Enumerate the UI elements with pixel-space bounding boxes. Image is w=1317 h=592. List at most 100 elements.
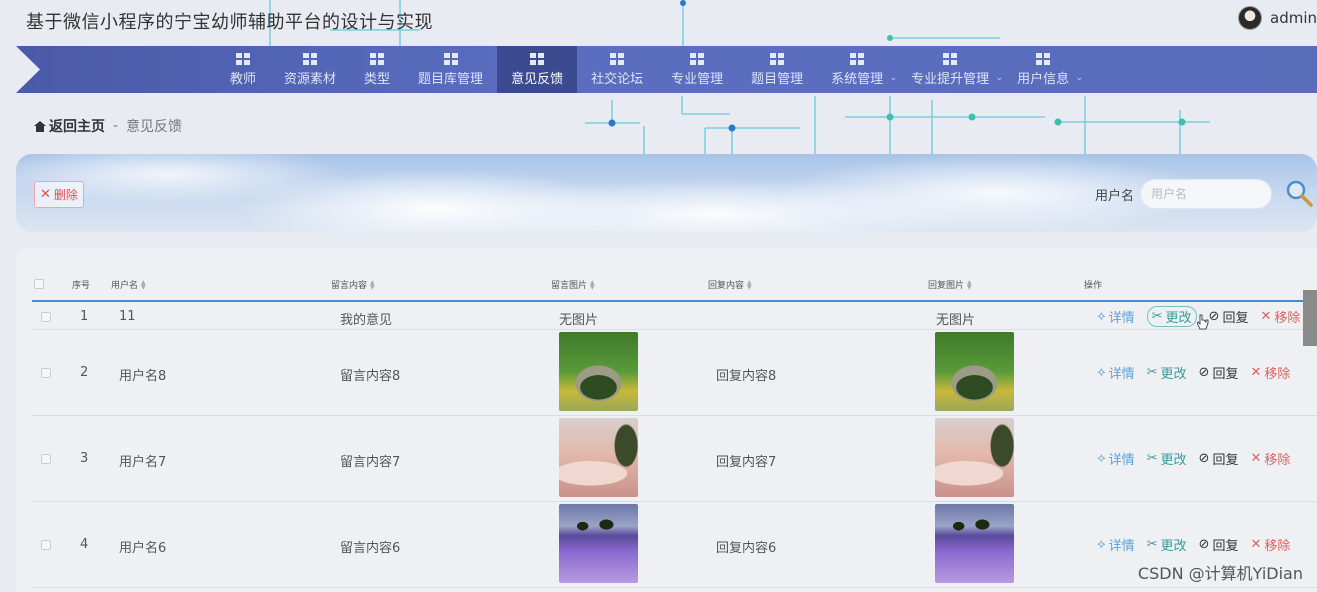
close-icon: ✕ [1250, 451, 1262, 466]
nav-item-feedback[interactable]: 意见反馈 [497, 46, 578, 93]
edit-icon: ✂ [1151, 309, 1163, 324]
nav-item-questions[interactable]: 题目管理 [737, 46, 817, 93]
sort-icon[interactable]: ▲ ▼ [141, 279, 146, 290]
avatar[interactable] [1238, 6, 1262, 30]
remove-button[interactable]: ✕ 移除 [1250, 363, 1290, 382]
cell-reply-image-empty: 无图片 [936, 313, 976, 328]
feedback-image[interactable] [559, 504, 638, 583]
feedback-table: 序号 用户名 ▲ ▼ 留言内容 ▲ ▼ 留言图片 ▲ ▼ 回复内容 ▲ ▼ 回复图片 ▲ ▼ 操作 … [16, 248, 1317, 592]
nav-menu: 教师 资源素材 类型 题目库管理 意见反馈 社交论坛 专业管理 题目管理 系统管… [216, 46, 1083, 93]
nav-item-improvement[interactable]: 专业提升管理 ⌄ [897, 46, 1003, 93]
nav-item-question-bank[interactable]: 题目库管理 [404, 46, 497, 93]
detail-button[interactable]: ⟡ 详情 [1097, 307, 1135, 326]
table-row: 3 用户名7 留言内容7 回复内容7 ⟡ 详情 ✂ 更改 ⊘ 回复 ✕ 移除 [32, 416, 1317, 502]
table-row: 2 用户名8 留言内容8 回复内容8 ⟡ 详情 ✂ 更改 ⊘ 回复 ✕ 移除 [32, 330, 1317, 416]
sort-icon[interactable]: ▲ ▼ [967, 279, 972, 290]
user-name[interactable]: admin [1270, 9, 1317, 27]
search-label: 用户名 [1095, 189, 1135, 204]
row-checkbox[interactable] [41, 312, 51, 322]
edit-button[interactable]: ✂ 更改 [1147, 363, 1187, 382]
detail-icon: ⟡ [1097, 451, 1106, 466]
edit-button[interactable]: ✂ 更改 [1147, 449, 1187, 468]
sort-icon[interactable]: ▲ ▼ [590, 279, 595, 290]
table-header: 序号 用户名 ▲ ▼ 留言内容 ▲ ▼ 留言图片 ▲ ▼ 回复内容 ▲ ▼ 回复图片 ▲ ▼ 操作 [16, 270, 1317, 300]
breadcrumb-home[interactable]: 返回主页 [34, 116, 105, 136]
reply-button[interactable]: ⊘ 回复 [1209, 307, 1249, 326]
breadcrumb-current: 意见反馈 [126, 119, 183, 135]
select-all-checkbox[interactable] [34, 279, 44, 289]
edit-button[interactable]: ✂ 更改 [1146, 306, 1197, 327]
close-icon: ✕ [1250, 365, 1262, 380]
cell-content: 留言内容8 [340, 369, 401, 384]
nav-item-teacher[interactable]: 教师 [216, 46, 270, 93]
nav-item-major[interactable]: 专业管理 [657, 46, 737, 93]
cell-index: 4 [80, 537, 89, 552]
remove-button[interactable]: ✕ 移除 [1250, 535, 1290, 554]
chevron-down-icon: ⌄ [995, 73, 1004, 83]
nav-item-type[interactable]: 类型 [350, 46, 404, 93]
user-menu[interactable]: admin [1238, 6, 1317, 30]
edit-icon: ✂ [1146, 451, 1158, 466]
sort-icon[interactable]: ▲ ▼ [747, 279, 752, 290]
cell-reply: 回复内容7 [716, 455, 777, 470]
detail-button[interactable]: ⟡ 详情 [1097, 535, 1135, 554]
home-icon [34, 120, 46, 132]
grid-icon [610, 52, 625, 65]
check-circle-icon: ⊘ [1198, 451, 1210, 466]
header-content[interactable]: 留言内容 ▲ ▼ [331, 278, 375, 291]
list-icon [850, 52, 865, 65]
stamp-icon [690, 52, 705, 65]
check-circle-icon: ⊘ [1198, 365, 1210, 380]
reply-button[interactable]: ⊘ 回复 [1199, 535, 1239, 554]
table-row: 4 用户名6 留言内容6 回复内容6 ⟡ 详情 ✂ 更改 ⊘ 回复 ✕ 移除 [32, 502, 1317, 588]
detail-icon: ⟡ [1097, 309, 1106, 324]
header-reply[interactable]: 回复内容 ▲ ▼ [708, 278, 752, 291]
reply-button[interactable]: ⊘ 回复 [1199, 363, 1239, 382]
search-input[interactable] [1140, 179, 1272, 209]
row-checkbox[interactable] [41, 540, 51, 550]
cell-index: 3 [80, 451, 89, 466]
breadcrumb: 返回主页 - 意见反馈 [34, 116, 182, 136]
cell-content: 留言内容7 [340, 455, 401, 470]
remove-button[interactable]: ✕ 移除 [1260, 307, 1300, 326]
edit-button[interactable]: ✂ 更改 [1147, 535, 1187, 554]
row-actions: ⟡ 详情 ✂ 更改 ⊘ 回复 ✕ 移除 [1097, 449, 1290, 468]
reply-image[interactable] [935, 332, 1014, 411]
watermark: CSDN @计算机YiDian [1137, 564, 1303, 583]
reply-button[interactable]: ⊘ 回复 [1199, 449, 1239, 468]
header-reply-image[interactable]: 回复图片 ▲ ▼ [928, 278, 972, 291]
row-checkbox[interactable] [41, 368, 51, 378]
search-icon[interactable] [1284, 178, 1314, 208]
window-icon [1036, 52, 1051, 65]
detail-icon: ⟡ [1097, 537, 1106, 552]
row-checkbox[interactable] [41, 454, 51, 464]
feedback-image[interactable] [559, 418, 638, 497]
reply-image[interactable] [935, 418, 1014, 497]
header-image[interactable]: 留言图片 ▲ ▼ [551, 278, 595, 291]
sort-icon[interactable]: ▲ ▼ [370, 279, 375, 290]
nav-item-resources[interactable]: 资源素材 [270, 46, 350, 93]
nav-item-user-info[interactable]: 用户信息 ⌄ [1003, 46, 1083, 93]
list-icon [370, 52, 385, 65]
grid-icon [236, 52, 250, 65]
cell-content: 我的意见 [340, 313, 393, 328]
header-divider [32, 300, 1317, 302]
feedback-image[interactable] [559, 332, 638, 411]
scrollbar[interactable] [1303, 290, 1317, 346]
cell-reply: 回复内容6 [716, 541, 777, 556]
detail-button[interactable]: ⟡ 详情 [1097, 363, 1135, 382]
detail-button[interactable]: ⟡ 详情 [1097, 449, 1135, 468]
nav-item-forum[interactable]: 社交论坛 [577, 46, 657, 93]
check-circle-icon: ⊘ [1208, 309, 1220, 324]
nav-item-system[interactable]: 系统管理 ⌄ [817, 46, 897, 93]
remove-button[interactable]: ✕ 移除 [1250, 449, 1290, 468]
delete-button[interactable]: ✕ 删除 [34, 181, 84, 208]
chevron-down-icon: ⌄ [889, 73, 898, 83]
reply-image[interactable] [935, 504, 1014, 583]
close-icon: ✕ [40, 187, 51, 202]
header-username[interactable]: 用户名 ▲ ▼ [111, 278, 146, 291]
grid-icon [770, 52, 785, 65]
detail-icon: ⟡ [1097, 365, 1106, 380]
cell-index: 1 [80, 309, 89, 324]
edit-icon: ✂ [1146, 365, 1158, 380]
